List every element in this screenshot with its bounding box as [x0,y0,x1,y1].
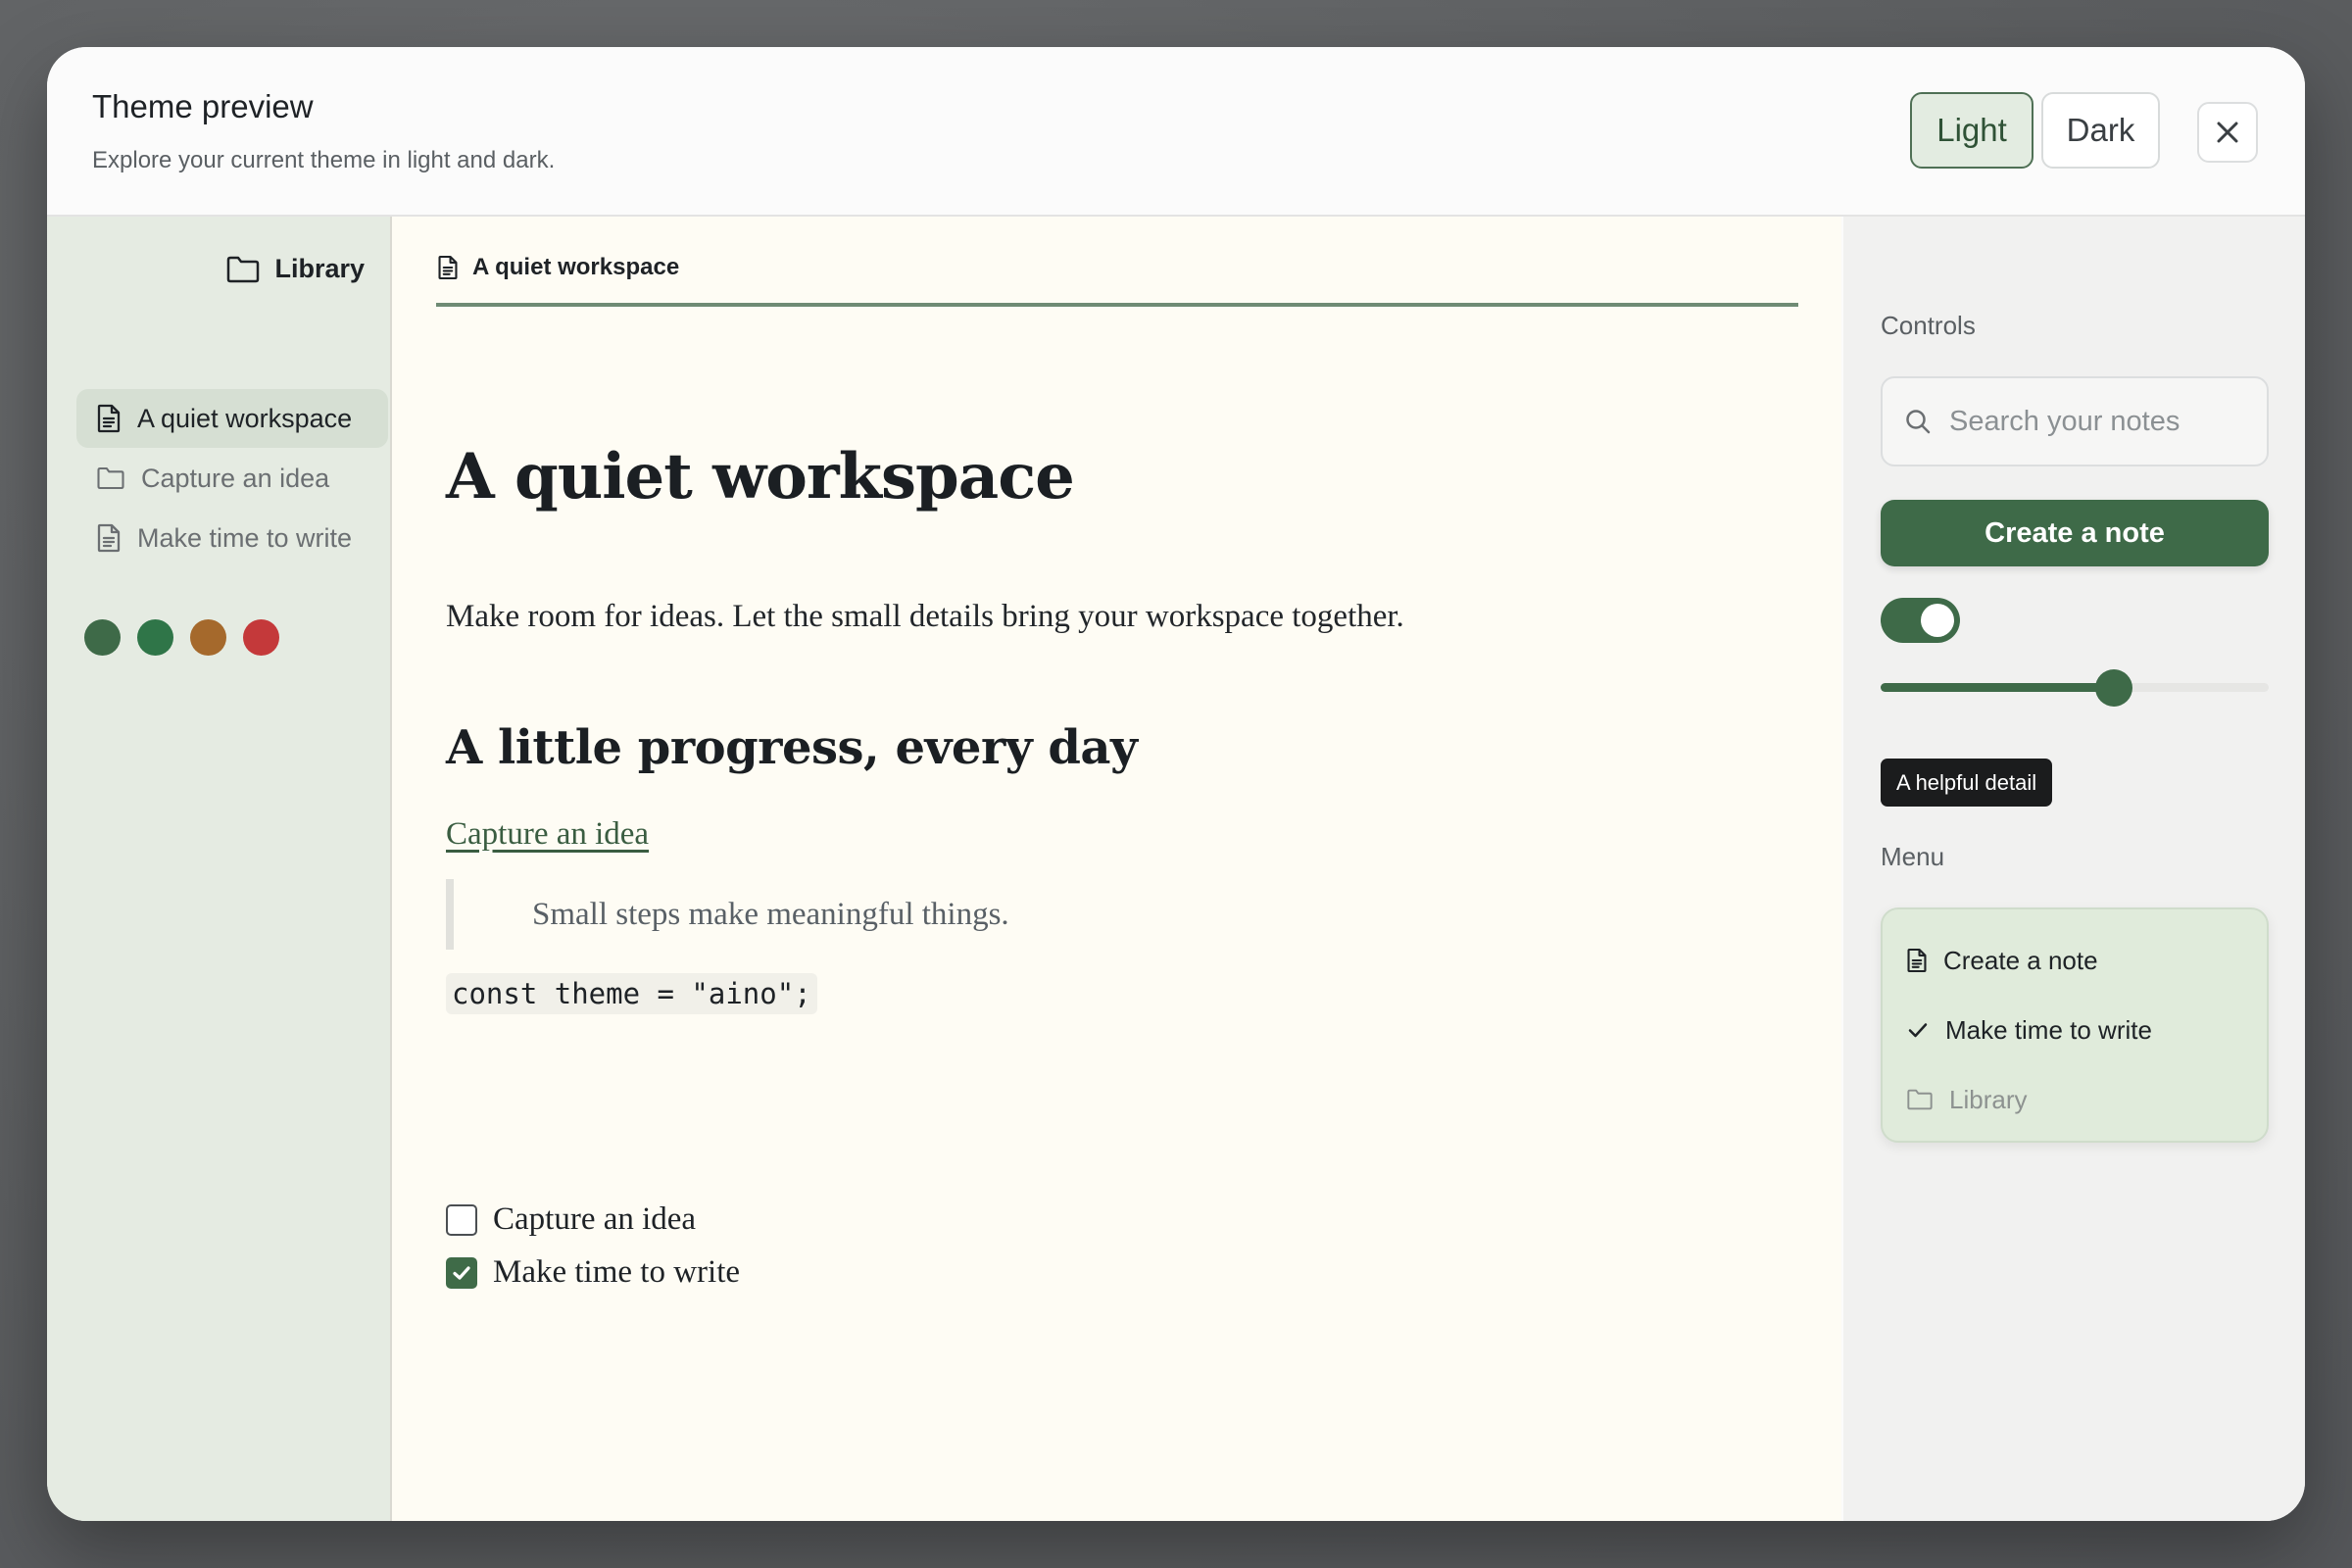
sidebar-item-label: Make time to write [137,522,353,553]
tooltip: A helpful detail [1881,759,2053,807]
folder-icon [97,466,124,490]
checklist-label: Make time to write [493,1254,741,1290]
document-icon [1907,948,1927,973]
color-swatch [84,619,121,656]
lead-paragraph: Make room for ideas. Let the small detai… [446,599,1404,634]
menu-item-library: Library [1906,1080,2027,1119]
inline-code: const theme = "aino"; [446,973,817,1014]
sidebar-item-a-quiet-workspace[interactable]: A quiet workspace [76,389,388,448]
menu-item-label: Make time to write [1945,1014,2152,1045]
active-tab-indicator [436,303,1798,307]
menu-item-label: Library [1949,1084,2028,1114]
section-heading: A little progress, every day [446,720,1138,775]
tab-a-quiet-workspace[interactable]: A quiet workspace [437,248,679,287]
menu-item-make-time-to-write[interactable]: Make time to write [1906,1010,2152,1050]
checklist-item[interactable]: Capture an idea [446,1201,696,1238]
controls-label: Controls [1881,311,1976,340]
toggle-switch[interactable] [1881,598,1960,643]
dark-mode-button[interactable]: Dark [2041,92,2160,169]
blockquote-text: Small steps make meaningful things. [532,896,1009,932]
tab-label: A quiet workspace [472,254,680,280]
menu-label: Menu [1881,842,1945,871]
slider-fill [1881,683,2114,692]
page-heading: A quiet workspace [446,440,1075,514]
folder-icon [1907,1089,1933,1110]
checklist-label: Capture an idea [493,1201,697,1237]
dialog-title: Theme preview [92,88,314,124]
library-header[interactable]: Library [225,254,365,284]
color-swatch [137,619,173,656]
sidebar-item-make-time-to-write[interactable]: Make time to write [76,509,388,567]
sidebar: Library A quiet workspace Capture an ide… [47,217,392,1521]
dialog-subtitle: Explore your current theme in light and … [92,147,556,173]
document-icon [438,255,458,280]
document-icon [97,523,121,553]
color-swatch [243,619,279,656]
sidebar-item-label: Capture an idea [141,463,330,493]
sidebar-item-label: A quiet workspace [137,403,353,433]
close-button[interactable] [2197,102,2258,163]
search-icon [1906,410,1931,434]
slider[interactable] [1881,669,2269,707]
slider-thumb[interactable] [2094,669,2132,707]
folder-icon [227,256,260,282]
toggle-knob [1921,604,1954,637]
search-input[interactable] [1947,404,2265,439]
checkbox-unchecked[interactable] [446,1203,477,1236]
blockquote: Small steps make meaningful things. [446,879,1009,950]
check-icon [453,1265,470,1280]
dialog-header: Theme preview Explore your current theme… [47,47,2305,217]
menu-item-label: Create a note [1943,945,2098,975]
menu-item-create-a-note[interactable]: Create a note [1906,941,2098,980]
close-icon [2217,122,2238,143]
create-note-button[interactable]: Create a note [1881,500,2269,566]
light-mode-button[interactable]: Light [1910,92,2034,169]
checkbox-checked[interactable] [446,1256,477,1289]
search-field[interactable] [1881,376,2269,466]
dropdown-menu: Create a note Make time to write Library [1881,907,2269,1143]
theme-preview-dialog: Theme preview Explore your current theme… [47,47,2305,1521]
editor-content: A quiet workspace A quiet workspace Make… [392,217,1841,1521]
document-icon [97,404,121,433]
content-link[interactable]: Capture an idea [446,816,649,853]
library-label: Library [274,254,365,283]
color-swatch [190,619,226,656]
sidebar-item-capture-an-idea[interactable]: Capture an idea [76,449,388,508]
check-icon [1908,1023,1928,1038]
controls-panel: Controls Create a note A helpful detail … [1843,217,2305,1521]
checklist-item[interactable]: Make time to write [446,1254,740,1291]
